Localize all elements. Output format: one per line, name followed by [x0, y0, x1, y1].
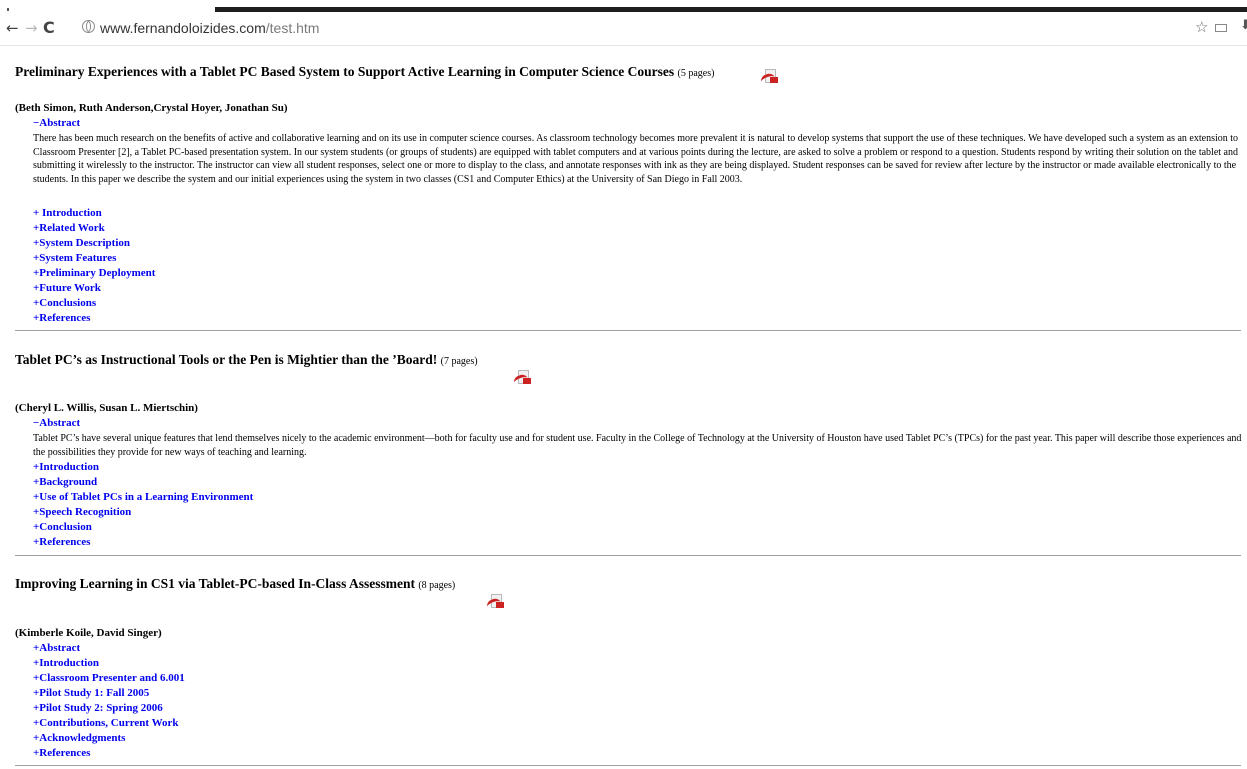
paper-title-text: Improving Learning in CS1 via Tablet-PC-… — [15, 576, 415, 591]
divider — [15, 555, 1241, 556]
page-menu-icon[interactable] — [1215, 24, 1227, 32]
section-link-preliminary-deployment[interactable]: +Preliminary Deployment — [33, 267, 155, 279]
section-link-speech-recognition[interactable]: +Speech Recognition — [33, 506, 131, 518]
section-link-introduction[interactable]: +Introduction — [33, 657, 99, 669]
abstract-text: There has been much research on the bene… — [33, 133, 1239, 185]
section-link-related-work[interactable]: +Related Work — [33, 222, 105, 234]
section-link-references[interactable]: +References — [33, 536, 90, 548]
window-corner-mark — [7, 8, 9, 11]
paper-title-text: Tablet PC’s as Instructional Tools or th… — [15, 352, 438, 367]
section-link-pilot-study-2[interactable]: +Pilot Study 2: Spring 2006 — [33, 702, 163, 714]
page-count: (7 pages) — [440, 356, 478, 367]
page-count: (5 pages) — [677, 68, 715, 79]
pdf-icon[interactable] — [759, 69, 779, 88]
section-link-learning-environment[interactable]: +Use of Tablet PCs in a Learning Environ… — [33, 491, 253, 503]
url-host: www.fernandoloizides.com — [100, 20, 266, 36]
divider — [15, 330, 1241, 331]
reload-icon[interactable]: C — [43, 19, 55, 37]
window-top-strip — [0, 0, 1247, 12]
paper-authors: (Kimberle Koile, David Singer) — [15, 627, 162, 639]
forward-arrow-icon[interactable]: → — [25, 19, 38, 37]
section-link-conclusions[interactable]: +Conclusions — [33, 297, 96, 309]
section-link-background[interactable]: +Background — [33, 476, 97, 488]
section-link-references[interactable]: +References — [33, 312, 90, 324]
back-arrow-icon[interactable]: ← — [6, 19, 19, 37]
divider — [15, 765, 1241, 766]
globe-icon — [82, 20, 95, 33]
url-text[interactable]: www.fernandoloizides.com/test.htm — [100, 19, 319, 37]
paper-title: Improving Learning in CS1 via Tablet-PC-… — [15, 576, 455, 592]
section-link-conclusion[interactable]: +Conclusion — [33, 521, 92, 533]
section-link-abstract[interactable]: +Abstract — [33, 642, 80, 654]
paper-title-text: Preliminary Experiences with a Tablet PC… — [15, 64, 675, 79]
section-link-introduction[interactable]: +Introduction — [33, 461, 99, 473]
section-link-acknowledgments[interactable]: +Acknowledgments — [33, 732, 125, 744]
abstract-text: Tablet PC’s have several unique features… — [33, 433, 1242, 458]
pdf-icon[interactable] — [485, 594, 505, 613]
page-count: (8 pages) — [418, 580, 456, 591]
paper-authors: (Cheryl L. Willis, Susan L. Miertschin) — [15, 402, 198, 414]
url-path: /test.htm — [265, 20, 320, 36]
section-link-future-work[interactable]: +Future Work — [33, 282, 101, 294]
pdf-icon[interactable] — [512, 370, 532, 389]
abstract-toggle[interactable]: −Abstract — [33, 117, 80, 129]
section-link-system-features[interactable]: +System Features — [33, 252, 116, 264]
paper-title: Tablet PC’s as Instructional Tools or th… — [15, 352, 478, 368]
browser-toolbar: ← → C www.fernandoloizides.com/test.htm … — [0, 12, 1247, 46]
paper-title: Preliminary Experiences with a Tablet PC… — [15, 64, 714, 80]
address-bar[interactable]: www.fernandoloizides.com/test.htm — [62, 17, 1222, 39]
abstract-toggle[interactable]: −Abstract — [33, 417, 80, 429]
paper-authors: (Beth Simon, Ruth Anderson,Crystal Hoyer… — [15, 102, 288, 114]
bookmark-star-icon[interactable]: ☆ — [1195, 18, 1208, 36]
section-link-introduction[interactable]: + Introduction — [33, 207, 102, 219]
settings-menu-icon[interactable]: ⬇ — [1240, 18, 1247, 33]
section-link-classroom-presenter[interactable]: +Classroom Presenter and 6.001 — [33, 672, 185, 684]
section-link-system-description[interactable]: +System Description — [33, 237, 130, 249]
section-link-pilot-study-1[interactable]: +Pilot Study 1: Fall 2005 — [33, 687, 149, 699]
section-link-contributions[interactable]: +Contributions, Current Work — [33, 717, 179, 729]
section-link-references[interactable]: +References — [33, 747, 90, 759]
